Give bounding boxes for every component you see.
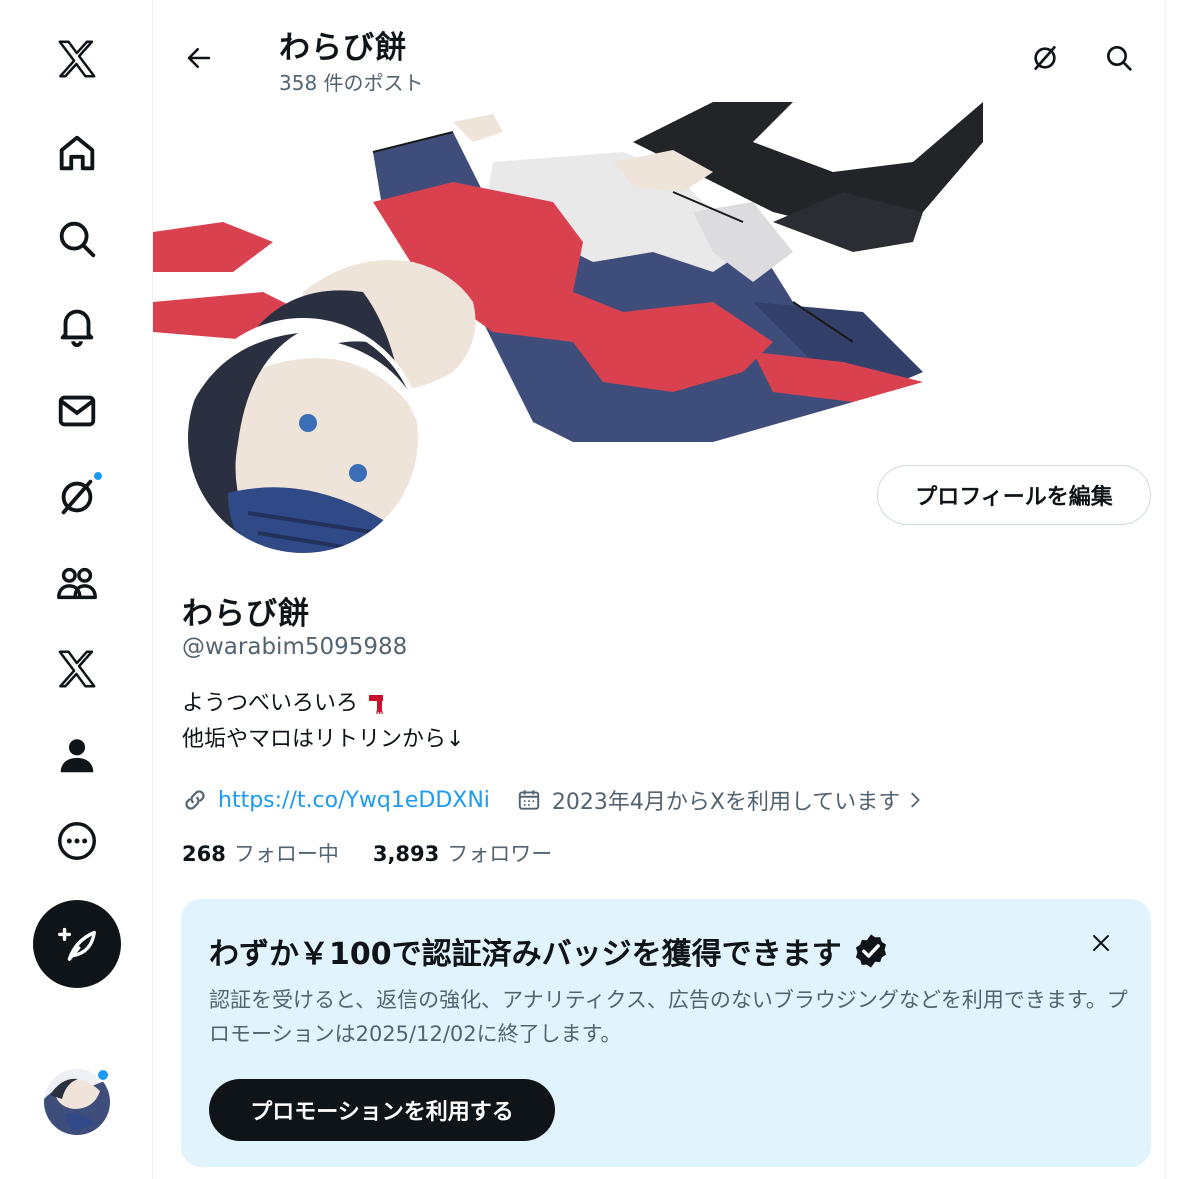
bio-line-2: 他垢やマロはリトリンから↓: [182, 727, 465, 752]
promo-description: 認証を受けると、返信の強化、アナリティクス、広告のないブラウジングなどを利用でき…: [209, 988, 1128, 1046]
followers-label: フォロワー: [447, 842, 553, 866]
following-count: 268: [182, 842, 226, 866]
search-icon: [1107, 46, 1132, 71]
profile-handle: @warabim5095988: [182, 634, 408, 660]
profile-bio: ようつべいろいろ 他垢やマロはリトリンから↓: [182, 686, 464, 758]
profile-name: わらび餅: [182, 596, 310, 632]
communities-icon[interactable]: [36, 542, 118, 624]
join-date: 2023年4月からXを利用しています: [551, 790, 901, 815]
profile-search-button[interactable]: [1097, 36, 1141, 80]
x-premium-icon[interactable]: [36, 628, 118, 710]
verification-promo-card: わずか￥100で認証済みバッジを獲得できます 認証を受けると、返信の強化、アナリ…: [181, 899, 1151, 1167]
grok-icon[interactable]: [36, 456, 118, 538]
compose-post-button[interactable]: [33, 900, 121, 988]
profile-avatar[interactable]: [183, 318, 423, 558]
promo-cta-button[interactable]: プロモーションを利用する: [209, 1079, 555, 1141]
edit-profile-button[interactable]: プロフィールを編集: [877, 465, 1151, 525]
home-icon[interactable]: [36, 112, 118, 194]
promo-title-text: わずか￥100で認証済みバッジを獲得できます: [209, 937, 842, 972]
left-nav: [0, 0, 152, 1179]
compose-feather-icon: [58, 927, 96, 961]
header-name: わらび餅: [279, 30, 407, 66]
followers-count: 3,893: [372, 842, 440, 866]
profile-link[interactable]: https://t.co/Ywq1eDDXNi: [218, 788, 490, 813]
profile-meta: https://t.co/Ywq1eDDXNi 2023年4月からXを利用してい…: [182, 782, 926, 818]
join-date-button[interactable]: 2023年4月からXを利用しています: [516, 784, 926, 816]
header-post-count: 358 件のポスト: [279, 71, 424, 95]
close-icon: [1093, 935, 1109, 951]
link-icon: [185, 790, 205, 810]
chevron-right-icon: [911, 792, 920, 808]
promo-title: わずか￥100で認証済みバッジを獲得できます: [209, 929, 890, 973]
more-icon[interactable]: [36, 800, 118, 882]
following-link[interactable]: 268 フォロー中: [182, 838, 339, 868]
search-icon[interactable]: [36, 198, 118, 280]
following-label: フォロー中: [233, 842, 339, 866]
verified-badge-icon: [855, 934, 886, 968]
top-bar: わらび餅 358 件のポスト: [153, 0, 1165, 102]
account-notification-dot: [96, 1068, 110, 1082]
follow-stats: 268 フォロー中 3,893 フォロワー: [182, 838, 552, 868]
back-button[interactable]: [175, 34, 223, 82]
followers-link[interactable]: 3,893 フォロワー: [373, 838, 552, 868]
column-divider: [1165, 0, 1166, 1179]
scarf-emoji-icon: [369, 695, 384, 714]
bio-line-1: ようつべいろいろ: [182, 691, 359, 716]
grok-header-button[interactable]: [1023, 36, 1067, 80]
calendar-icon: [518, 790, 540, 810]
arrow-left-icon: [187, 48, 211, 68]
profile-column: わらび餅 358 件のポスト プロフィールを編集 わらび餅 @warabim50…: [153, 0, 1165, 1179]
promo-close-button[interactable]: [1081, 923, 1121, 963]
mail-icon[interactable]: [36, 370, 118, 452]
bell-icon[interactable]: [36, 284, 118, 366]
notification-dot: [92, 470, 104, 482]
profile-icon[interactable]: [36, 714, 118, 796]
grok-icon: [1034, 46, 1056, 70]
x-logo-icon[interactable]: [36, 18, 118, 100]
